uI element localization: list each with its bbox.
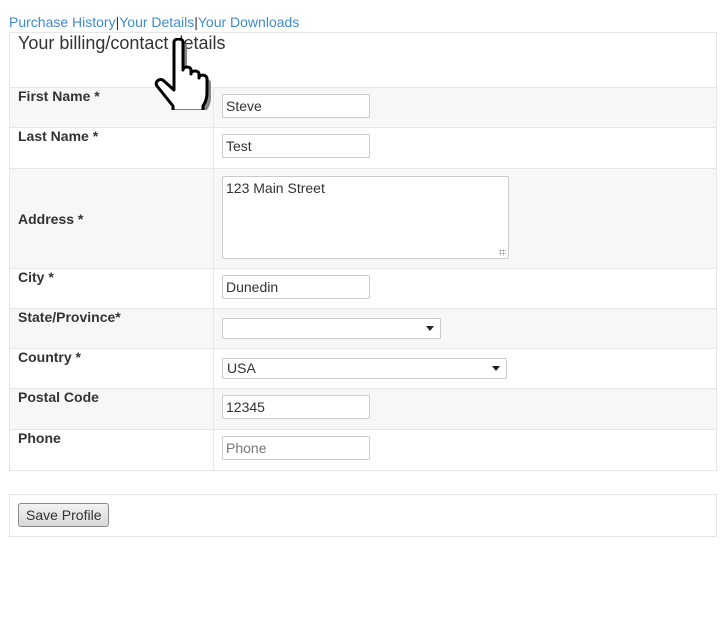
chevron-down-icon bbox=[492, 366, 500, 371]
country-selected-value: USA bbox=[227, 360, 256, 376]
nav-link-your-downloads[interactable]: Your Downloads bbox=[198, 14, 299, 30]
state-label: State/Province* bbox=[9, 308, 214, 349]
save-profile-button[interactable]: Save Profile bbox=[18, 503, 110, 527]
table-row: Phone bbox=[9, 429, 717, 471]
resize-grip-icon[interactable] bbox=[499, 249, 506, 256]
address-textarea[interactable]: 123 Main Street bbox=[222, 176, 509, 259]
state-select[interactable] bbox=[222, 318, 441, 339]
address-value: 123 Main Street bbox=[226, 180, 325, 196]
account-nav: Purchase History|Your Details|Your Downl… bbox=[9, 14, 299, 30]
table-row: Postal Code bbox=[9, 388, 717, 430]
form-title: Your billing/contact details bbox=[9, 32, 717, 88]
nav-link-your-details[interactable]: Your Details bbox=[119, 14, 194, 30]
table-row: State/Province* bbox=[9, 308, 717, 349]
phone-input[interactable] bbox=[222, 436, 370, 460]
country-select[interactable]: USA bbox=[222, 358, 507, 379]
last-name-label: Last Name * bbox=[9, 127, 214, 169]
postal-code-input[interactable] bbox=[222, 395, 370, 419]
country-label: Country * bbox=[9, 348, 214, 389]
last-name-input[interactable] bbox=[222, 134, 370, 158]
table-row: Country * USA bbox=[9, 348, 717, 389]
save-panel: Save Profile bbox=[9, 494, 717, 537]
first-name-input[interactable] bbox=[222, 94, 370, 118]
address-label: Address * bbox=[9, 168, 214, 269]
table-row: Last Name * bbox=[9, 127, 717, 169]
table-row: Address * 123 Main Street bbox=[9, 168, 717, 269]
billing-details-table: Your billing/contact details First Name … bbox=[9, 32, 717, 471]
city-label: City * bbox=[9, 268, 214, 309]
nav-link-purchase-history[interactable]: Purchase History bbox=[9, 14, 116, 30]
city-input[interactable] bbox=[222, 275, 370, 299]
phone-label: Phone bbox=[9, 429, 214, 471]
hand-pointer-icon bbox=[154, 38, 211, 110]
postal-code-label: Postal Code bbox=[9, 388, 214, 430]
table-row: First Name * bbox=[9, 87, 717, 128]
table-row: City * bbox=[9, 268, 717, 309]
chevron-down-icon bbox=[426, 326, 434, 331]
